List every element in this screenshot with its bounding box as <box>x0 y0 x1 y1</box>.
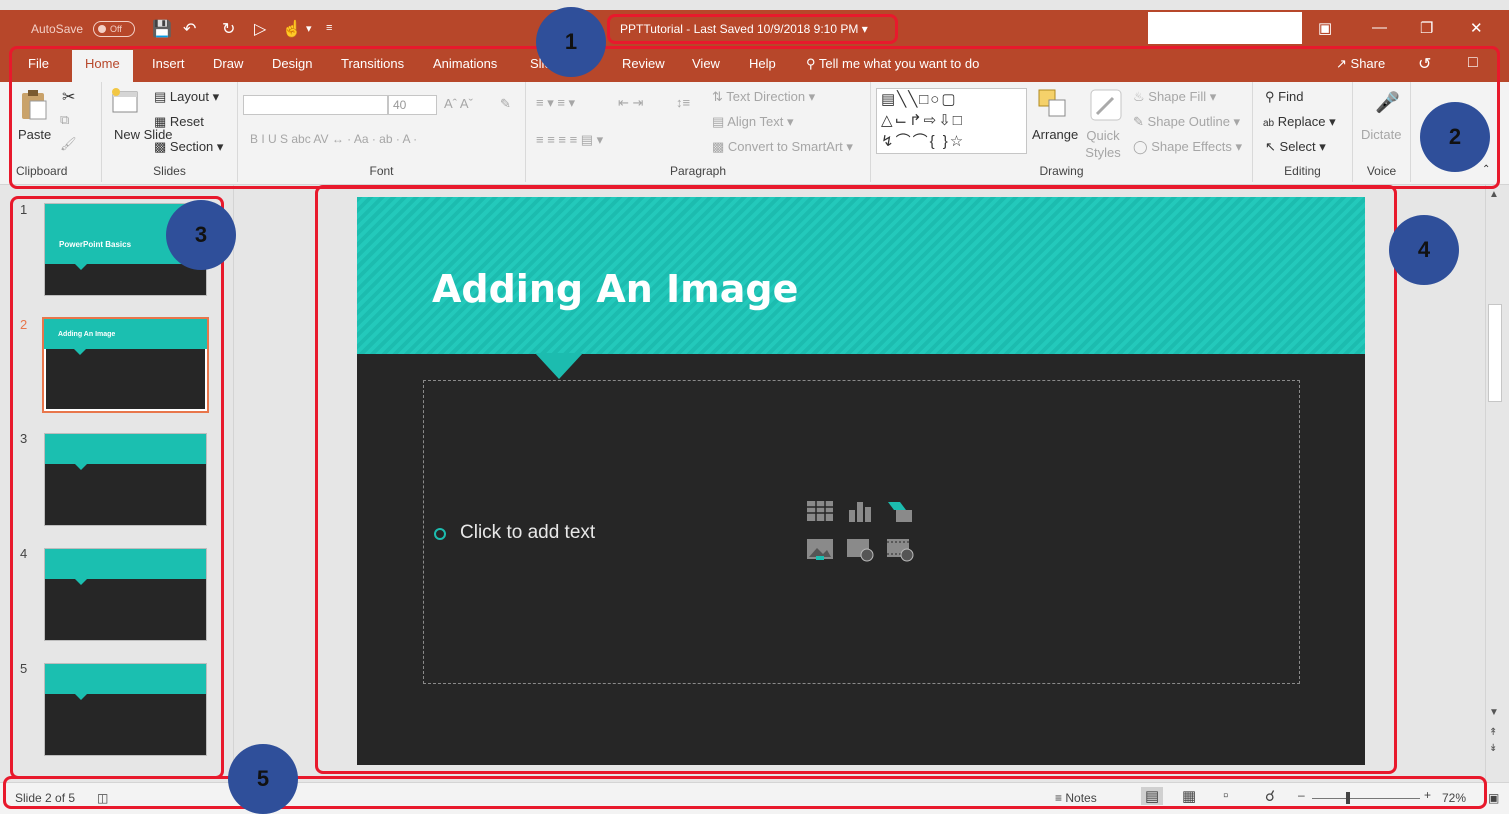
ribbon-display-options-icon[interactable]: ▣ <box>1318 19 1332 37</box>
minimize-icon[interactable]: — <box>1372 19 1387 36</box>
callout-5: 5 <box>228 744 298 814</box>
restore-icon[interactable]: ❐ <box>1420 19 1433 37</box>
annotation-box-thumbnails <box>10 196 224 779</box>
close-icon[interactable]: ✕ <box>1470 19 1483 37</box>
next-slide-icon[interactable]: ↡ <box>1489 743 1497 754</box>
callout-2: 2 <box>1420 102 1490 172</box>
redo-icon[interactable]: ↻ <box>222 19 235 39</box>
start-from-beginning-icon[interactable]: ▷ <box>254 19 266 39</box>
fit-to-window-icon[interactable]: ▣ <box>1488 791 1499 805</box>
save-icon[interactable]: 💾 <box>152 19 172 39</box>
autosave-toggle[interactable]: Off <box>93 21 135 37</box>
annotation-box-ribbon <box>9 46 1500 189</box>
previous-slide-icon[interactable]: ↟ <box>1489 727 1497 738</box>
annotation-box-statusbar <box>3 776 1487 809</box>
callout-4: 4 <box>1389 215 1459 285</box>
annotation-box-title <box>607 14 898 44</box>
scrollbar-thumb[interactable] <box>1488 304 1502 402</box>
undo-icon[interactable]: ↶ <box>183 19 196 39</box>
more-qat-icon[interactable]: ≡ <box>326 22 332 34</box>
customize-qat-icon[interactable]: ▾ <box>306 22 312 35</box>
vertical-scrollbar[interactable]: ▲ ▼ ↟ ↡ <box>1485 185 1509 782</box>
annotation-box-editor <box>315 185 1397 774</box>
touch-mode-icon[interactable]: ☝ <box>282 19 302 39</box>
autosave-label: AutoSave <box>31 22 84 36</box>
callout-3: 3 <box>166 200 236 270</box>
callout-1: 1 <box>536 7 606 77</box>
account-area[interactable] <box>1148 12 1302 44</box>
scroll-up-icon[interactable]: ▲ <box>1489 189 1499 200</box>
scroll-down-icon[interactable]: ▼ <box>1489 707 1499 718</box>
